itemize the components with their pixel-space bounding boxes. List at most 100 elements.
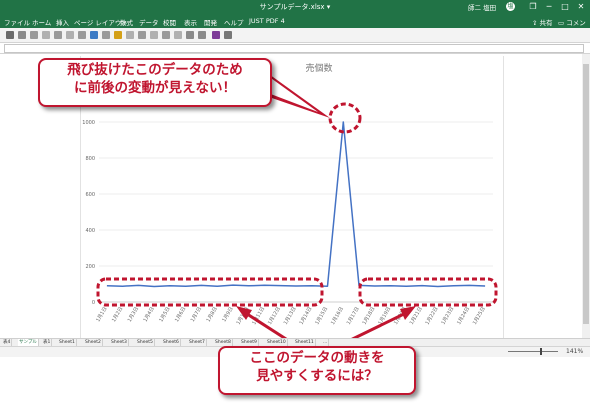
y-tick-label: 600	[85, 192, 95, 198]
tab-home[interactable]: ホーム	[32, 17, 51, 27]
y-tick-label: 200	[85, 264, 95, 270]
x-tick-label: 1月2日	[111, 306, 124, 323]
y-tick-label: 1000	[82, 120, 95, 126]
x-tick-label: 1月21日	[409, 306, 424, 326]
x-tick-label: 1月18日	[362, 306, 377, 326]
print-icon[interactable]	[42, 31, 50, 39]
formula-bar	[0, 43, 590, 54]
y-tick-label: 0	[92, 300, 95, 306]
sheet-tab[interactable]: Sheet7	[188, 339, 207, 346]
sort-icon[interactable]	[126, 31, 134, 39]
callout-top-line-2: に前後の変動が見えない！	[74, 80, 236, 96]
zoom-slider[interactable]	[508, 351, 558, 352]
x-tick-label: 1月20日	[393, 306, 408, 326]
x-tick-label: 1月5日	[158, 306, 171, 323]
x-tick-label: 1月10日	[235, 306, 250, 326]
window-title: サンプルデータ.xlsx ▾	[259, 3, 331, 11]
chart-title: 売個数	[305, 62, 332, 74]
copy-icon[interactable]	[78, 31, 86, 39]
sheet-tab[interactable]: Sheet5	[136, 339, 155, 346]
title-bar: サンプルデータ.xlsx ▾ 師二 塩田 塩 ❐ ─ □ ✕	[0, 0, 590, 14]
x-tick-label: 1月8日	[206, 306, 219, 323]
x-tick-label: 1月7日	[190, 306, 203, 323]
zoom-slider-handle[interactable]	[540, 348, 542, 355]
preview-icon[interactable]	[54, 31, 62, 39]
y-tick-label: 400	[85, 228, 95, 234]
sheet-tab[interactable]: Sheet6	[162, 339, 181, 346]
cut-icon[interactable]	[102, 31, 110, 39]
sheet-tab[interactable]: Sheet9	[240, 339, 259, 346]
tab-insert[interactable]: 挿入	[56, 17, 69, 27]
x-tick-label: 1月11日	[251, 306, 266, 326]
x-tick-label: 1月14日	[299, 306, 314, 326]
chart-icon[interactable]	[150, 31, 158, 39]
series-line[interactable]	[106, 121, 486, 288]
spelling-icon[interactable]	[66, 31, 74, 39]
zoom-level[interactable]: 141%	[566, 348, 583, 355]
minimize-button[interactable]: ─	[543, 1, 555, 13]
undo-icon[interactable]	[186, 31, 194, 39]
x-tick-label: 1月17日	[346, 306, 361, 326]
paste-icon[interactable]	[90, 31, 98, 39]
sheet-tab[interactable]: Sheet10	[266, 339, 288, 346]
x-tick-label: 1月16日	[330, 306, 345, 326]
quick-access-toolbar	[0, 28, 590, 43]
sheet-tab[interactable]: Sheet8	[214, 339, 233, 346]
sheet-tab[interactable]: Sheet11	[294, 339, 316, 346]
sheet-tab[interactable]: Sheet3	[110, 339, 129, 346]
new-icon[interactable]	[18, 31, 26, 39]
save-icon[interactable]	[6, 31, 14, 39]
ribbon-display-options-button[interactable]: ❐	[527, 1, 539, 13]
x-tick-label: 1月4日	[143, 306, 156, 323]
filter-icon[interactable]	[138, 31, 146, 39]
save-as-icon[interactable]	[212, 31, 220, 39]
x-tick-label: 1月6日	[174, 306, 187, 323]
x-tick-label: 1月23日	[440, 306, 455, 326]
x-tick-label: 1月13日	[283, 306, 298, 326]
scrollbar-thumb[interactable]	[583, 64, 589, 324]
callout-bottom: ここのデータの動きを 見やすくするには？	[218, 346, 416, 395]
tab-view[interactable]: 表示	[184, 17, 197, 27]
sheet-tab-more[interactable]: ...	[322, 339, 330, 346]
x-tick-label: 1月24日	[456, 306, 471, 326]
redo-icon[interactable]	[198, 31, 206, 39]
share-button[interactable]: ⇪ 共有	[532, 17, 553, 27]
maximize-button[interactable]: □	[559, 1, 571, 13]
sheet-tab[interactable]: Sheet1	[58, 339, 77, 346]
tab-just-pdf[interactable]: JUST PDF 4	[249, 17, 285, 25]
tab-formulas[interactable]: 数式	[120, 17, 133, 27]
sheet-tab[interactable]: 表1	[42, 339, 53, 346]
formula-input[interactable]	[4, 44, 584, 53]
x-tick-label: 1月1日	[95, 306, 108, 323]
sheet-tab[interactable]: Sheet2	[84, 339, 103, 346]
x-tick-label: 1月3日	[127, 306, 140, 323]
sheet-tab[interactable]: 表4	[2, 339, 13, 346]
picture-icon[interactable]	[174, 31, 182, 39]
vertical-scrollbar[interactable]	[582, 54, 590, 338]
x-tick-label: 1月9日	[221, 306, 234, 323]
customize-toolbar-icon[interactable]	[224, 31, 232, 39]
tab-file[interactable]: ファイル	[4, 17, 30, 27]
share-icon: ⇪	[532, 19, 538, 27]
share-label: 共有	[539, 19, 553, 27]
callout-top-line-1: 飛び抜けたこのデータのため	[67, 62, 243, 78]
user-name[interactable]: 師二 塩田	[468, 2, 496, 12]
callout-bottom-line-1: ここのデータの動きを	[249, 350, 385, 366]
x-tick-label: 1月25日	[472, 306, 487, 326]
callout-bottom-line-2: 見やすくするには？	[256, 368, 378, 384]
table-icon[interactable]	[162, 31, 170, 39]
close-button[interactable]: ✕	[575, 1, 587, 13]
format-painter-icon[interactable]	[114, 31, 122, 39]
x-tick-label: 1月19日	[377, 306, 392, 326]
tab-data[interactable]: データ	[139, 17, 159, 27]
x-tick-label: 1月15日	[314, 306, 329, 326]
tab-help[interactable]: ヘルプ	[224, 17, 244, 27]
tab-developer[interactable]: 開発	[204, 17, 217, 27]
x-tick-label: 1月22日	[425, 306, 440, 326]
x-tick-label: 1月12日	[267, 306, 282, 326]
ribbon-tabs: ファイル ホーム 挿入 ページ レイアウト 数式 データ 校閲 表示 開発 ヘル…	[0, 14, 590, 37]
open-icon[interactable]	[30, 31, 38, 39]
tab-review[interactable]: 校閲	[163, 17, 176, 27]
comment-icon: ▭	[558, 19, 565, 27]
avatar[interactable]: 塩	[506, 2, 515, 11]
